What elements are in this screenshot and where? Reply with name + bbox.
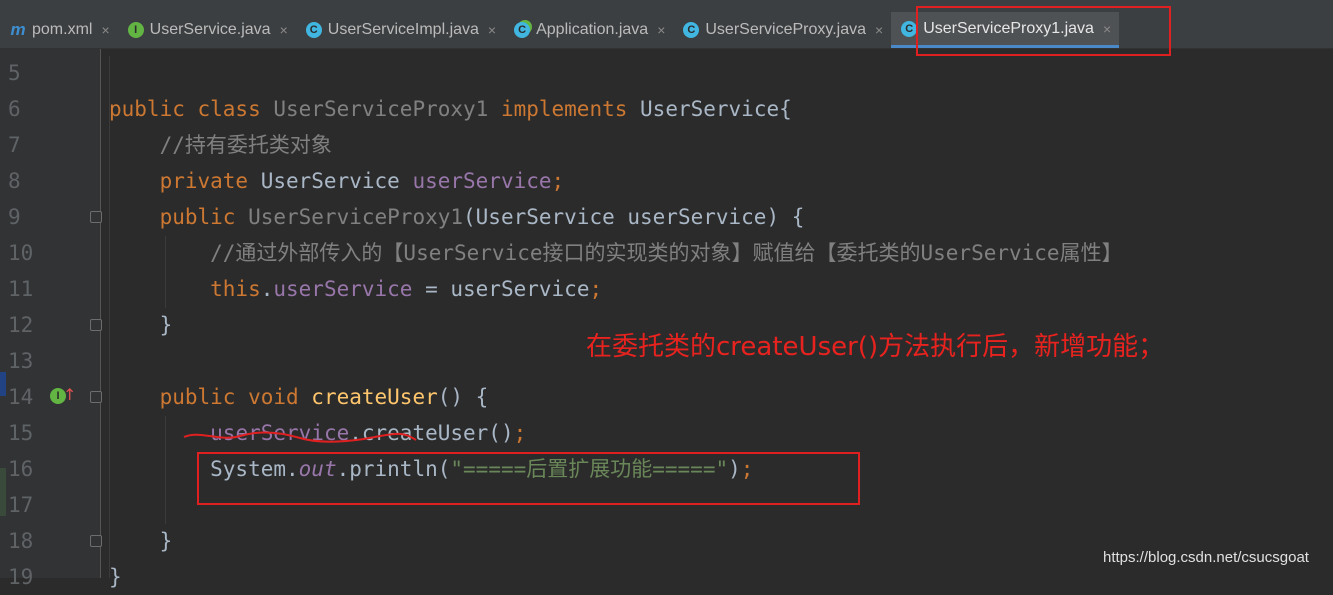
code-text: private UserService userService; [109,169,565,193]
close-icon[interactable]: × [280,22,288,38]
code-text: public class UserServiceProxy1 implement… [109,97,792,121]
fold-toggle-icon[interactable] [90,535,102,547]
tab-label: Application.java [536,21,649,38]
code-line: 10 //通过外部传入的【UserService接口的实现类的对象】赋值给【委托… [0,235,1333,271]
line-number: 14 [8,385,34,409]
code-line: 14 I ↑ public void createUser() { [0,379,1333,415]
line-number: 9 [8,205,21,229]
line-number: 17 [8,493,34,517]
code-line: 5 [0,55,1333,91]
line-number: 18 [8,529,34,553]
code-text: this.userService = userService; [109,277,603,301]
line-number: 6 [8,97,21,121]
code-comment: //通过外部传入的【UserService接口的实现类的对象】赋值给【委托类的U… [109,241,1123,265]
red-underline-annotation [183,431,417,443]
line-number: 16 [8,457,34,481]
line-number: 15 [8,421,34,445]
line-number: 7 [8,133,21,157]
code-line: 7 //持有委托类对象 [0,127,1333,163]
tab-label: UserServiceImpl.java [327,21,479,38]
code-comment: //持有委托类对象 [109,133,332,157]
maven-icon: m [10,20,26,39]
spring-class-icon: C [514,22,531,38]
tab-label: pom.xml [32,21,93,38]
interface-icon: I [127,22,144,38]
close-icon[interactable]: × [657,22,665,38]
line-number: 8 [8,169,21,193]
code-line: 6 public class UserServiceProxy1 impleme… [0,91,1333,127]
code-text: } [109,529,173,553]
code-text: } [109,313,173,337]
line-number: 19 [8,565,34,589]
close-icon[interactable]: × [101,22,109,38]
red-highlight-box [197,452,860,505]
line-number: 12 [8,313,34,337]
line-number: 13 [8,349,34,373]
code-line: 9 public UserServiceProxy1(UserService u… [0,199,1333,235]
code-line: 11 this.userService = userService; [0,271,1333,307]
red-annotation-text: 在委托类的createUser()方法执行后，新增功能； [586,332,1165,362]
watermark-text: https://blog.csdn.net/csucsgoat [1103,549,1309,566]
code-line: 8 private UserService userService; [0,163,1333,199]
tab-userserviceimpl-java[interactable]: C UserServiceImpl.java × [296,12,504,48]
code-text: public UserServiceProxy1(UserService use… [109,205,805,229]
tab-userservice-java[interactable]: I UserService.java × [118,12,296,48]
close-icon[interactable]: × [488,22,496,38]
fold-toggle-icon[interactable] [90,319,102,331]
tab-application-java[interactable]: C Application.java × [504,12,673,48]
fold-toggle-icon[interactable] [90,211,102,223]
tab-label: UserServiceProxy.java [705,21,867,38]
go-to-interface-arrow-icon[interactable]: ↑ [63,385,76,404]
code-text: public void createUser() { [109,385,489,409]
tab-userserviceproxy-java[interactable]: C UserServiceProxy.java × [673,12,891,48]
line-number: 11 [8,277,34,301]
fold-toggle-icon[interactable] [90,391,102,403]
code-text: } [109,565,122,589]
class-icon: C [683,22,700,38]
class-icon: C [901,20,918,37]
tab-label: UserService.java [149,21,271,38]
line-number: 10 [8,241,34,265]
line-number: 5 [8,61,21,85]
class-icon: C [305,22,322,38]
tab-pom-xml[interactable]: m pom.xml × [0,12,118,48]
close-icon[interactable]: × [875,22,883,38]
active-tab-highlight-frame [916,6,1171,56]
